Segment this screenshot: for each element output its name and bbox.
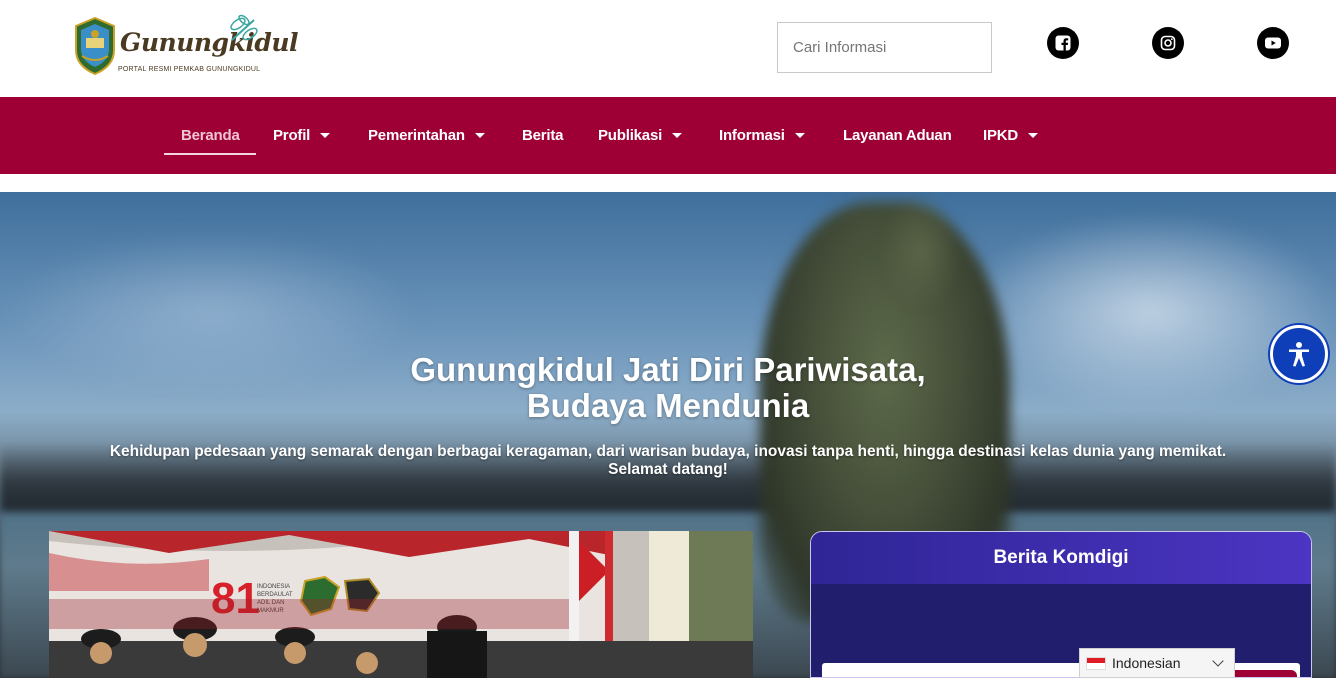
site-header: Gunungkidul PORTAL RESMI PEMKAB GUNUNGKI… <box>0 0 1336 97</box>
logo-title: Gunungkidul <box>120 28 299 57</box>
regency-emblem-icon <box>75 16 115 76</box>
search-input[interactable] <box>777 22 992 73</box>
nav-label: Pemerintahan <box>368 127 465 144</box>
komdigi-news-panel: Berita Komdigi <box>810 531 1312 678</box>
banner-text-line: BERDAULAT <box>257 592 293 598</box>
nav-label: Berita <box>522 127 564 144</box>
hero-title-line: Budaya Mendunia <box>526 387 810 424</box>
banner-text-line: INDONESIA <box>257 584 290 590</box>
caret-down-icon <box>794 133 805 138</box>
language-selector[interactable]: Indonesian <box>1079 648 1235 678</box>
facebook-icon[interactable] <box>1047 27 1079 59</box>
caret-down-icon <box>474 133 485 138</box>
site-logo[interactable]: Gunungkidul PORTAL RESMI PEMKAB GUNUNGKI… <box>72 14 299 80</box>
hero-subtitle-line: Kehidupan pedesaan yang semarak dengan b… <box>109 443 1227 460</box>
hero-subtitle: Kehidupan pedesaan yang semarak dengan b… <box>60 443 1276 479</box>
nav-item-profil[interactable]: Profil <box>273 97 331 174</box>
nav-item-ipkd[interactable]: IPKD <box>983 97 1039 174</box>
dragonfly-icon <box>230 14 258 41</box>
main-nav: Beranda Profil Pemerintahan Berita Publi… <box>0 97 1336 174</box>
nav-item-layanan-aduan[interactable]: Layanan Aduan <box>843 97 952 174</box>
nav-item-pemerintahan[interactable]: Pemerintahan <box>368 97 485 174</box>
nav-item-informasi[interactable]: Informasi <box>719 97 805 174</box>
language-selected: Indonesian <box>1112 655 1181 671</box>
nav-item-berita[interactable]: Berita <box>522 97 564 174</box>
active-nav-indicator <box>164 153 256 155</box>
news-photo[interactable]: 81 INDONESIA BERDAULAT ADIL DAN MAKMUR <box>49 531 753 678</box>
chevron-down-icon <box>1212 655 1224 667</box>
youtube-glyph-icon <box>1265 37 1281 49</box>
nav-label: Profil <box>273 127 311 144</box>
caret-down-icon <box>1028 133 1039 138</box>
instagram-glyph-icon <box>1160 35 1176 51</box>
caret-down-icon <box>672 133 683 138</box>
hero-title-line: Gunungkidul Jati Diri Pariwisata, <box>410 351 926 388</box>
nav-item-publikasi[interactable]: Publikasi <box>598 97 683 174</box>
page: Gunungkidul PORTAL RESMI PEMKAB GUNUNGKI… <box>0 0 1336 678</box>
logo-subtitle: PORTAL RESMI PEMKAB GUNUNGKIDUL <box>118 66 261 73</box>
nav-label: Layanan Aduan <box>843 127 952 144</box>
komdigi-title: Berita Komdigi <box>811 532 1311 584</box>
nav-label: Informasi <box>719 127 785 144</box>
hero-background-rock <box>880 192 960 312</box>
instagram-icon[interactable] <box>1152 27 1184 59</box>
nav-label: IPKD <box>983 127 1019 144</box>
facebook-glyph-icon <box>1055 35 1071 51</box>
nav-label: Publikasi <box>598 127 663 144</box>
nav-label: Beranda <box>181 127 240 144</box>
caret-down-icon <box>320 133 331 138</box>
hero-title: Gunungkidul Jati Diri Pariwisata, Budaya… <box>0 352 1336 424</box>
accessibility-icon <box>1289 342 1309 367</box>
nav-item-beranda[interactable]: Beranda <box>181 97 240 174</box>
youtube-icon[interactable] <box>1257 27 1289 59</box>
accessibility-button[interactable] <box>1270 325 1328 383</box>
ceremony-photo-image: 81 INDONESIA BERDAULAT ADIL DAN MAKMUR <box>49 531 753 678</box>
indonesia-flag-icon <box>1086 656 1106 670</box>
hero-subtitle-line: Selamat datang! <box>608 461 728 478</box>
